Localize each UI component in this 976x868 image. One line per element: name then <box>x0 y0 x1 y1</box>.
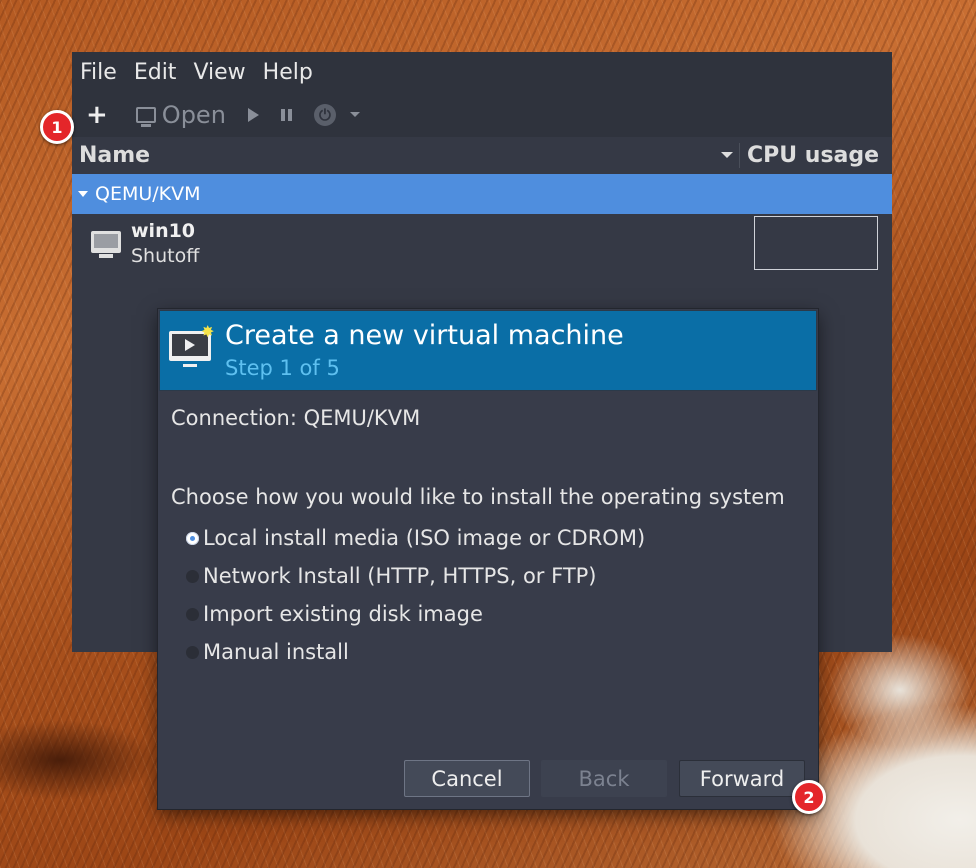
option-label: Manual install <box>203 640 349 664</box>
toolbar: + Open ⏻ <box>72 92 892 137</box>
step-badge-2: 2 <box>792 780 826 814</box>
vm-state: Shutoff <box>131 245 200 267</box>
back-button[interactable]: Back <box>541 760 667 797</box>
vm-name: win10 <box>131 220 196 242</box>
connection-text: Connection: QEMU/KVM <box>171 406 421 430</box>
radio-button[interactable] <box>186 645 199 659</box>
radio-button-checked[interactable] <box>186 531 199 545</box>
dialog-header: ✸ Create a new virtual machine Step 1 of… <box>159 310 817 391</box>
menu-view[interactable]: View <box>193 60 245 85</box>
option-label: Network Install (HTTP, HTTPS, or FTP) <box>203 564 597 588</box>
connection-row[interactable]: QEMU/KVM <box>72 174 892 214</box>
pause-button[interactable] <box>280 108 292 121</box>
play-icon <box>247 107 259 122</box>
open-button[interactable]: Open <box>135 100 226 129</box>
menu-help[interactable]: Help <box>263 60 313 85</box>
cpu-usage-graph <box>754 216 878 270</box>
step-badge-1: 1 <box>40 110 74 144</box>
run-button[interactable] <box>247 107 259 122</box>
vm-row[interactable]: win10 Shutoff <box>72 214 892 276</box>
option-local-install[interactable]: Local install media (ISO image or CDROM) <box>186 526 645 550</box>
column-header: Name CPU usage <box>72 137 892 174</box>
new-vm-button[interactable]: + <box>86 100 108 130</box>
dialog-step: Step 1 of 5 <box>225 356 340 380</box>
dialog-title: Create a new virtual machine <box>225 320 624 351</box>
option-label: Local install media (ISO image or CDROM) <box>203 526 646 550</box>
install-prompt: Choose how you would like to install the… <box>171 485 785 509</box>
shutdown-button[interactable]: ⏻ <box>313 103 336 126</box>
monitor-icon <box>135 106 156 127</box>
column-separator <box>739 143 740 168</box>
radio-button[interactable] <box>186 569 199 583</box>
column-cpu-usage[interactable]: CPU usage <box>747 143 879 168</box>
connection-label: QEMU/KVM <box>95 183 201 205</box>
open-label: Open <box>161 100 226 129</box>
option-import-disk[interactable]: Import existing disk image <box>186 602 483 626</box>
new-vm-icon: ✸ <box>169 322 214 367</box>
sort-arrow-icon <box>721 152 733 158</box>
expander-icon[interactable] <box>78 191 88 197</box>
radio-button[interactable] <box>186 607 199 621</box>
shutdown-menu-button[interactable] <box>349 112 360 117</box>
menubar: File Edit View Help <box>72 52 892 92</box>
pause-icon <box>280 108 292 121</box>
option-manual-install[interactable]: Manual install <box>186 640 349 664</box>
cancel-button[interactable]: Cancel <box>404 760 530 797</box>
menu-file[interactable]: File <box>80 60 117 85</box>
new-vm-dialog: ✸ Create a new virtual machine Step 1 of… <box>158 309 818 809</box>
option-label: Import existing disk image <box>203 602 483 626</box>
power-icon: ⏻ <box>313 103 336 126</box>
forward-button[interactable]: Forward <box>679 760 805 797</box>
chevron-down-icon <box>349 112 360 117</box>
menu-edit[interactable]: Edit <box>134 60 177 85</box>
vm-monitor-icon <box>91 231 121 258</box>
option-network-install[interactable]: Network Install (HTTP, HTTPS, or FTP) <box>186 564 597 588</box>
